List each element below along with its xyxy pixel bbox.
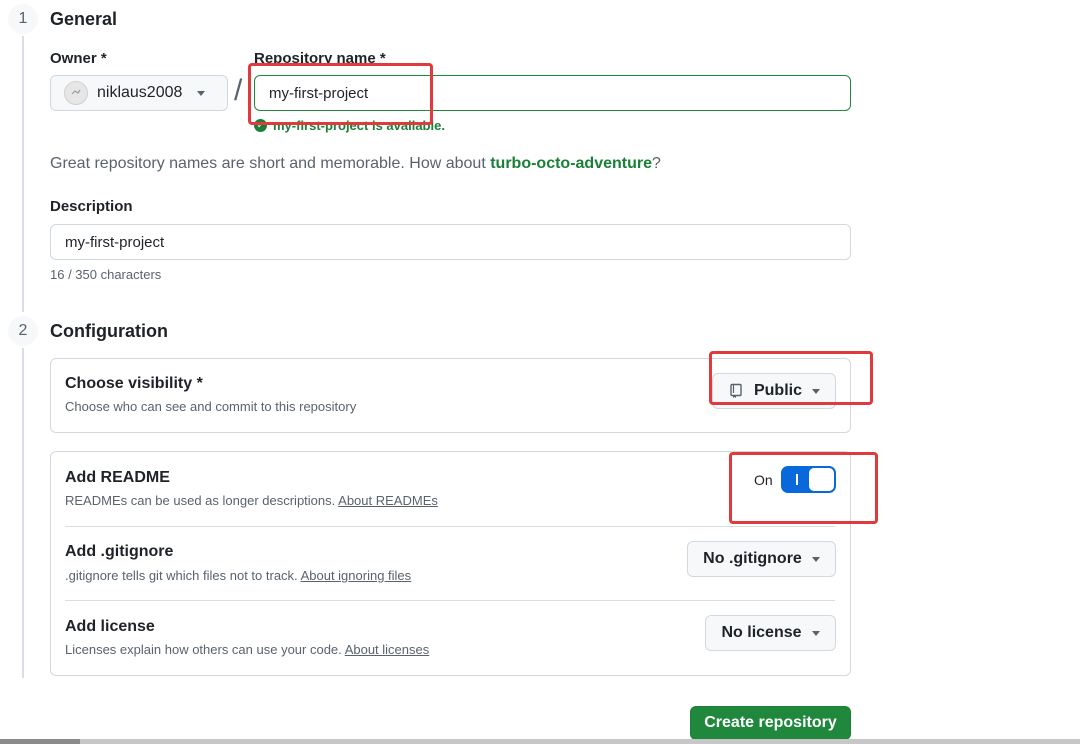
divider (65, 600, 835, 601)
name-suggestion: Great repository names are short and mem… (50, 155, 661, 173)
character-counter: 16 / 350 characters (50, 267, 162, 282)
horizontal-scrollbar-thumb[interactable] (0, 739, 80, 744)
about-licenses-link[interactable]: About licenses (345, 642, 430, 657)
step-number-general: 1 (8, 4, 38, 34)
section-title-general: General (50, 9, 118, 29)
chevron-down-icon (811, 556, 820, 562)
chevron-down-icon (811, 630, 820, 636)
license-value: No license (721, 624, 802, 641)
owner-label: Owner * (50, 50, 107, 67)
annotation-highlight-repo-name (248, 63, 433, 125)
chevron-down-icon (197, 90, 206, 96)
owner-value: niklaus2008 (97, 84, 183, 101)
suggestion-prefix: Great repository names are short and mem… (50, 155, 491, 172)
license-dropdown[interactable]: No license (705, 615, 836, 651)
license-title: Add license (65, 618, 155, 635)
license-desc-text: Licenses explain how others can use your… (65, 642, 342, 657)
gitignore-description: .gitignore tells git which files not to … (65, 568, 411, 583)
section-title-configuration: Configuration (50, 321, 168, 341)
gitignore-title: Add .gitignore (65, 543, 174, 560)
avatar (64, 81, 88, 105)
suggestion-link[interactable]: turbo-octo-adventure (490, 155, 652, 172)
visibility-description: Choose who can see and commit to this re… (65, 399, 357, 414)
step-number-configuration: 2 (8, 316, 38, 346)
gitignore-value: No .gitignore (703, 550, 802, 567)
owner-dropdown[interactable]: niklaus2008 (50, 75, 228, 111)
readme-description: READMEs can be used as longer descriptio… (65, 493, 438, 508)
readme-desc-text: READMEs can be used as longer descriptio… (65, 493, 336, 508)
description-label: Description (50, 198, 133, 215)
about-readmes-link[interactable]: About READMEs (338, 493, 438, 508)
step-rail (22, 36, 24, 312)
horizontal-scrollbar-track[interactable] (0, 739, 1080, 744)
create-repository-button[interactable]: Create repository (690, 706, 851, 740)
step-rail-2 (22, 348, 24, 678)
gitignore-dropdown[interactable]: No .gitignore (687, 541, 836, 577)
gitignore-desc-text: .gitignore tells git which files not to … (65, 568, 298, 583)
readme-title: Add README (65, 469, 170, 486)
description-input[interactable] (50, 224, 851, 260)
about-ignoring-files-link[interactable]: About ignoring files (301, 568, 412, 583)
license-description: Licenses explain how others can use your… (65, 642, 429, 657)
visibility-title: Choose visibility * (65, 375, 203, 392)
divider (65, 526, 835, 527)
owner-repo-separator: / (234, 74, 243, 107)
suggestion-suffix: ? (652, 155, 661, 172)
annotation-highlight-readme (729, 452, 878, 524)
annotation-highlight-visibility (709, 351, 873, 405)
